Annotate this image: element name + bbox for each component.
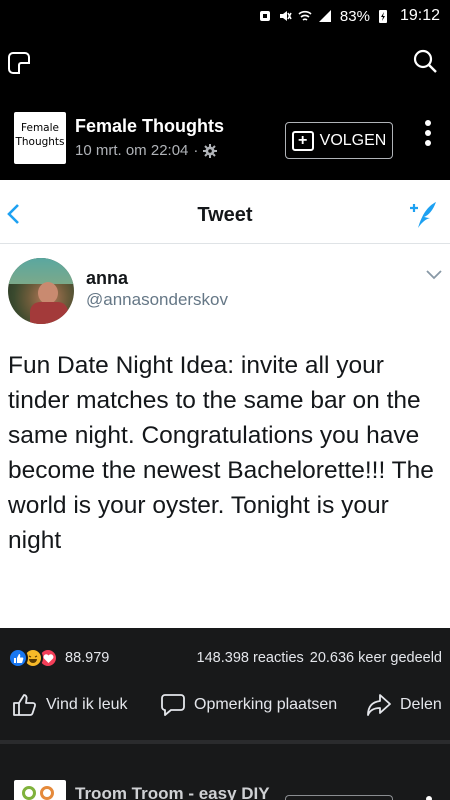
battery-icon [378,10,387,23]
follow-label: VOLGEN [319,131,387,149]
share-label: Delen [400,696,442,713]
clock: 19:12 [399,7,440,24]
next-post-header: Troom Troom - easy DIY [0,744,450,800]
page-switch-icon[interactable] [8,52,30,74]
comment-button[interactable]: Opmerking plaatsen [160,692,337,718]
follow-button[interactable]: + VOLGEN [285,122,393,159]
signal-icon [318,10,331,22]
search-icon[interactable] [412,48,438,74]
status-bar: 83% 19:12 [0,0,450,32]
mute-icon [279,11,292,21]
stats-right: 148.398 reacties 20.636 keer gedeeld [197,650,442,666]
tweet-author-avatar [8,258,74,324]
next-follow-button[interactable] [285,795,393,800]
post-header: Female Thoughts Female Thoughts 10 mrt. … [0,92,450,180]
gear-icon [203,143,218,158]
share-button[interactable]: Delen [366,692,442,718]
wifi-icon [298,10,312,21]
app-bar [0,32,450,92]
tweet-screenshot[interactable]: Tweet anna @annasonderskov Fun Date Nigh… [0,180,450,628]
comment-label: Opmerking plaatsen [194,696,338,713]
post-timestamp[interactable]: 10 mrt. om 22:04 [75,142,188,159]
more-options-icon[interactable] [424,120,432,150]
battery-percentage: 83% [339,7,370,25]
engagement-stats: 88.979 148.398 reacties 20.636 keer gede… [0,640,450,676]
reaction-count: 88.979 [65,650,110,666]
comments-count[interactable]: 148.398 reacties [197,650,304,666]
next-more-options-icon[interactable] [426,796,432,800]
shares-count[interactable]: 20.636 keer gedeeld [310,650,442,666]
tweet-nav-title: Tweet [197,204,253,226]
thumbs-up-icon [13,694,37,716]
next-page-name[interactable]: Troom Troom - easy DIY [75,784,270,800]
tweet-options-chevron-icon [426,270,442,280]
tweet-author-handle: @annasonderskov [86,290,229,309]
tweet-nav-bar: Tweet [0,180,450,244]
page-name[interactable]: Female Thoughts [75,116,224,137]
tweet-author-name: anna [86,268,129,288]
post-actions: Vind ik leuk Opmerking plaatsen Delen [0,684,450,728]
separator-dot: · [193,142,199,159]
share-icon [367,694,391,716]
follow-plus-icon: + [291,130,314,151]
post-timestamp-row: 10 mrt. om 22:04 · [75,142,218,159]
alarm-icon [259,11,270,21]
comment-icon [161,694,185,716]
reactions-summary[interactable]: 88.979 [8,648,109,668]
compose-tweet-icon [410,202,436,228]
like-button[interactable]: Vind ik leuk [12,692,128,718]
like-label: Vind ik leuk [46,696,128,713]
like-reaction-icon [8,648,28,668]
tweet-text: Fun Date Night Idea: invite all your tin… [8,352,434,554]
page-avatar[interactable]: Female Thoughts [14,112,66,164]
next-page-avatar[interactable] [14,780,66,800]
